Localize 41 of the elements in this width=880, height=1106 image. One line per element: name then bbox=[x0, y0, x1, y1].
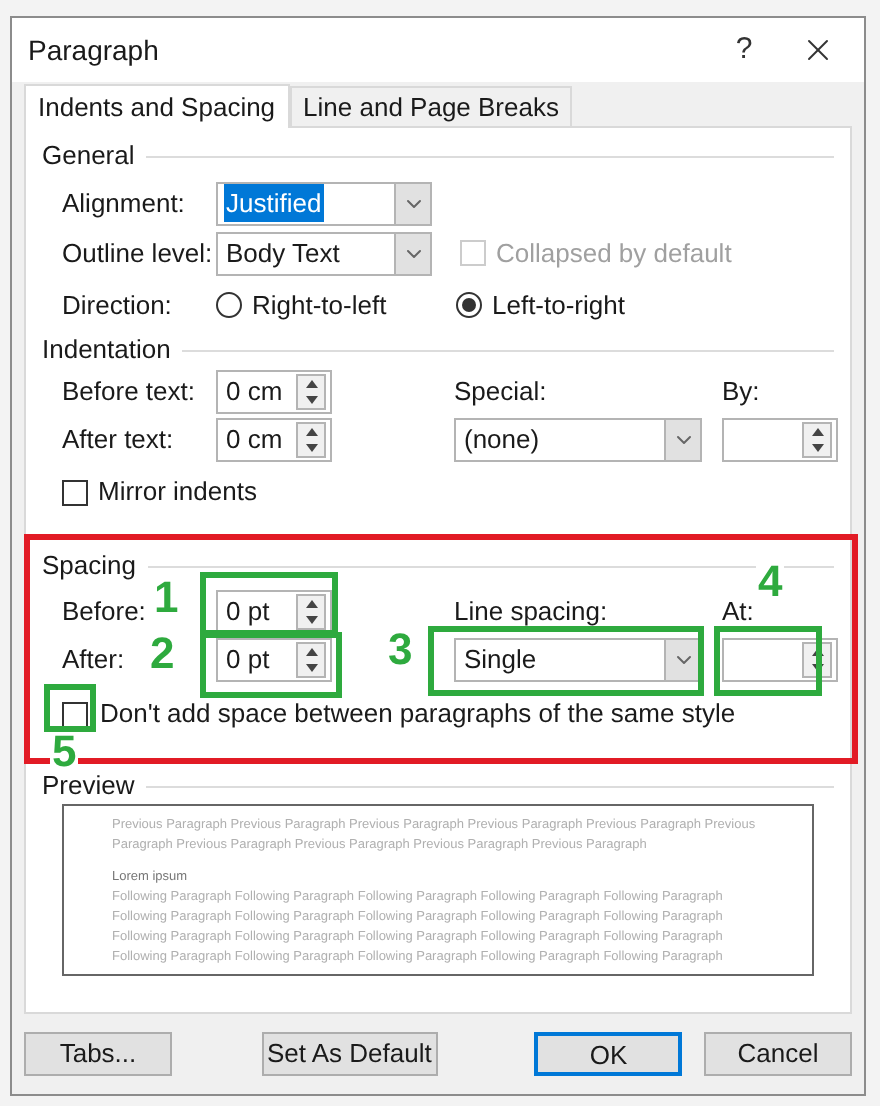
checkbox-label: Don't add space between paragraphs of the same style bbox=[100, 696, 736, 733]
annotation-number: 2 bbox=[148, 636, 177, 672]
radio-label: Left-to-right bbox=[492, 287, 625, 324]
dropdown[interactable]: Body Text bbox=[216, 231, 432, 275]
dropdown[interactable]: Single bbox=[454, 638, 702, 682]
section-heading: Indentation bbox=[42, 332, 171, 369]
tab[interactable]: Indents and Spacing bbox=[24, 84, 290, 128]
section-heading: Spacing bbox=[42, 548, 136, 585]
section-heading: General bbox=[42, 138, 135, 175]
dropdown[interactable]: Justified bbox=[216, 181, 432, 225]
dialog-button[interactable]: Tabs... bbox=[24, 1032, 172, 1076]
tab[interactable]: Line and Page Breaks bbox=[289, 86, 573, 126]
radio-label: Right-to-left bbox=[252, 287, 387, 324]
dialog-button[interactable]: Cancel bbox=[703, 1032, 852, 1076]
section-heading: Preview bbox=[42, 768, 135, 805]
field-label: Before text: bbox=[62, 376, 195, 406]
field-label: After text: bbox=[62, 424, 174, 454]
field-label: After: bbox=[62, 644, 125, 674]
field-label: At: bbox=[722, 596, 754, 626]
dialog-button[interactable]: Set As Default bbox=[261, 1032, 438, 1076]
spin-field[interactable]: 0 pt bbox=[216, 590, 332, 634]
field-label: Line spacing: bbox=[454, 596, 608, 626]
field-label: By: bbox=[722, 376, 760, 406]
annotation-number: 3 bbox=[386, 632, 415, 668]
checkbox-label: Collapsed by default bbox=[496, 235, 732, 272]
field-label: Special: bbox=[454, 376, 547, 406]
help-button[interactable]: ? bbox=[716, 27, 772, 73]
annotation-number: 4 bbox=[756, 564, 785, 600]
field-label: Direction: bbox=[62, 289, 172, 319]
dialog-button[interactable]: OK bbox=[534, 1032, 683, 1076]
annotation-number: 5 bbox=[50, 734, 79, 770]
annotation-number: 1 bbox=[152, 580, 181, 616]
window-title: Paragraph bbox=[28, 31, 161, 70]
dropdown[interactable]: (none) bbox=[454, 418, 702, 462]
checkbox-label: Mirror indents bbox=[98, 474, 257, 511]
field-label: Alignment: bbox=[62, 187, 185, 217]
spin-field[interactable]: 0 cm bbox=[216, 418, 332, 462]
spin-field[interactable]: 0 pt bbox=[216, 638, 332, 682]
field-label: Outline level: bbox=[62, 237, 213, 267]
spin-field[interactable]: 0 cm bbox=[216, 370, 332, 414]
field-label: Before: bbox=[62, 596, 146, 626]
